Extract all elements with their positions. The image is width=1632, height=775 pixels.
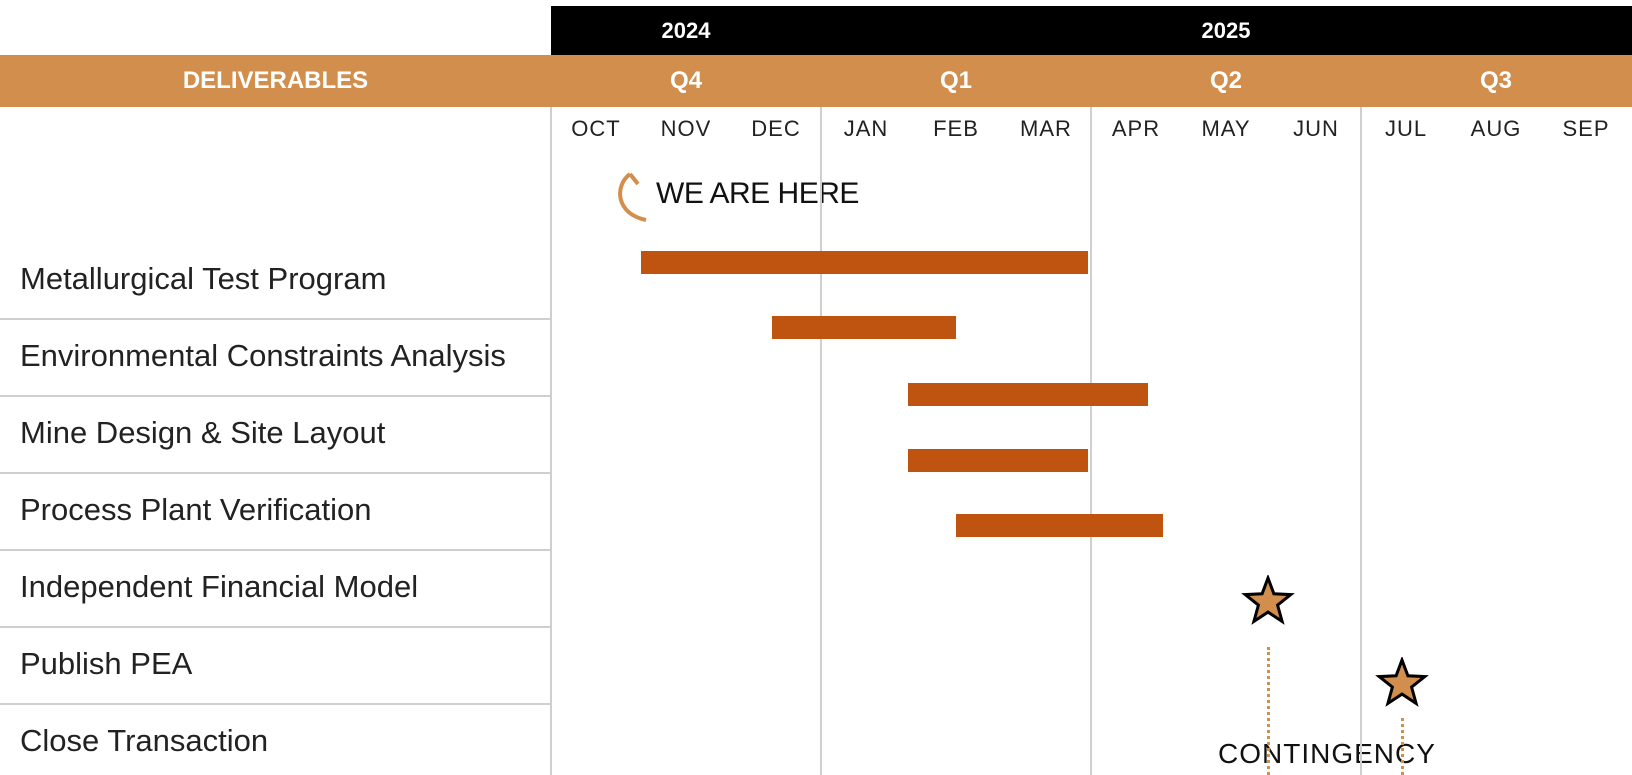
task-bar — [641, 251, 1089, 274]
task-label: Close Transaction — [20, 723, 269, 758]
month-label-jun: JUN — [1293, 116, 1339, 141]
month-label-dec: DEC — [751, 116, 801, 141]
row-separator — [0, 626, 551, 628]
quarter-divider — [820, 107, 822, 775]
quarter-label-q3: Q3 — [1479, 67, 1512, 94]
task-label: Mine Design & Site Layout — [20, 415, 386, 450]
task-label: Independent Financial Model — [20, 569, 419, 604]
month-label-jul: JUL — [1384, 116, 1428, 141]
we-are-here-label: WE ARE HERE — [656, 177, 859, 210]
month-label-mar: MAR — [1020, 116, 1072, 141]
month-label-oct: OCT — [571, 116, 621, 141]
deliverables-header: DELIVERABLES — [182, 67, 369, 94]
row-separator — [0, 703, 551, 705]
milestone-star-icon — [1374, 657, 1429, 707]
row-separator — [0, 549, 551, 551]
task-label: Environmental Constraints Analysis — [20, 338, 506, 373]
task-bar — [908, 449, 1089, 472]
quarter-label-q2: Q2 — [1209, 67, 1242, 94]
quarter-divider — [1090, 107, 1092, 775]
task-label: Process Plant Verification — [20, 492, 372, 527]
month-label-aug: AUG — [1470, 116, 1522, 141]
task-bar — [771, 316, 956, 339]
month-label-sep: SEP — [1562, 116, 1610, 141]
month-label-nov: NOV — [660, 116, 712, 141]
contingency-dotted-line — [1267, 647, 1271, 775]
quarter-divider — [550, 107, 552, 775]
quarter-label-q4: Q4 — [669, 67, 702, 94]
row-separator — [0, 472, 551, 474]
quarter-divider — [1360, 107, 1362, 775]
task-bar — [956, 514, 1163, 537]
gantt-chart: DELIVERABLES WE ARE HERE CONTINGENCY 202… — [0, 0, 1632, 775]
month-label-may: MAY — [1201, 116, 1251, 141]
row-separator — [0, 395, 551, 397]
year-label-2025: 2025 — [1201, 18, 1251, 43]
task-label: Metallurgical Test Program — [20, 261, 387, 296]
month-label-feb: FEB — [933, 116, 979, 141]
contingency-dotted-line — [1400, 718, 1404, 775]
quarter-label-q1: Q1 — [939, 67, 972, 94]
task-label: Publish PEA — [20, 646, 193, 681]
milestone-star-icon — [1241, 575, 1295, 625]
row-separator — [0, 318, 551, 320]
task-bar — [908, 383, 1148, 406]
curved-arrow-icon — [618, 172, 647, 222]
month-label-apr: APR — [1111, 116, 1161, 141]
year-label-2024: 2024 — [661, 18, 711, 43]
month-label-jan: JAN — [843, 116, 889, 141]
